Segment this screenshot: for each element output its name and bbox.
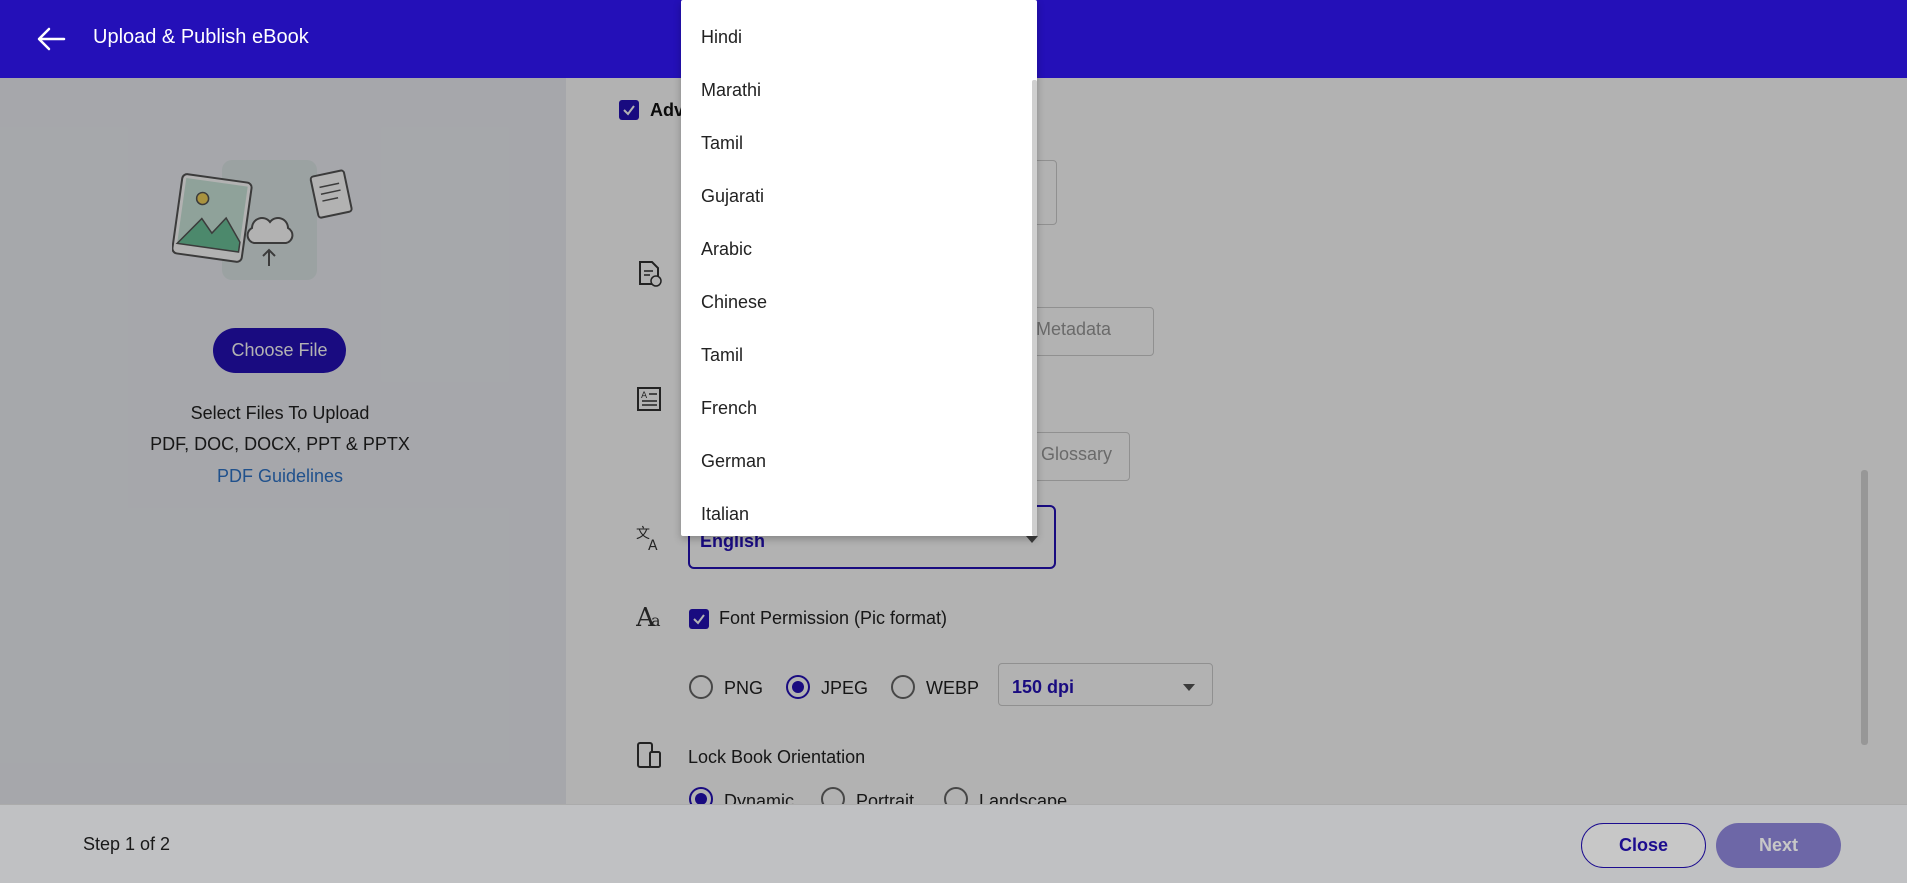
language-option-gujarati[interactable]: Gujarati bbox=[701, 186, 764, 207]
language-option-tamil[interactable]: Tamil bbox=[701, 133, 743, 154]
language-option-tamil-2[interactable]: Tamil bbox=[701, 345, 743, 366]
footer-backdrop[interactable] bbox=[0, 804, 1907, 883]
language-option-german[interactable]: German bbox=[701, 451, 766, 472]
language-option-italian[interactable]: Italian bbox=[701, 504, 749, 525]
back-arrow-icon[interactable] bbox=[34, 22, 70, 56]
language-option-marathi[interactable]: Marathi bbox=[701, 80, 761, 101]
language-option-hindi[interactable]: Hindi bbox=[701, 27, 742, 48]
page-title: Upload & Publish eBook bbox=[93, 26, 309, 48]
language-option-french[interactable]: French bbox=[701, 398, 757, 419]
language-dropdown-list: Hindi Marathi Tamil Gujarati Arabic Chin… bbox=[681, 0, 1037, 536]
dropdown-scrollbar[interactable] bbox=[1032, 80, 1037, 536]
language-option-arabic[interactable]: Arabic bbox=[701, 239, 752, 260]
language-option-chinese[interactable]: Chinese bbox=[701, 292, 767, 313]
